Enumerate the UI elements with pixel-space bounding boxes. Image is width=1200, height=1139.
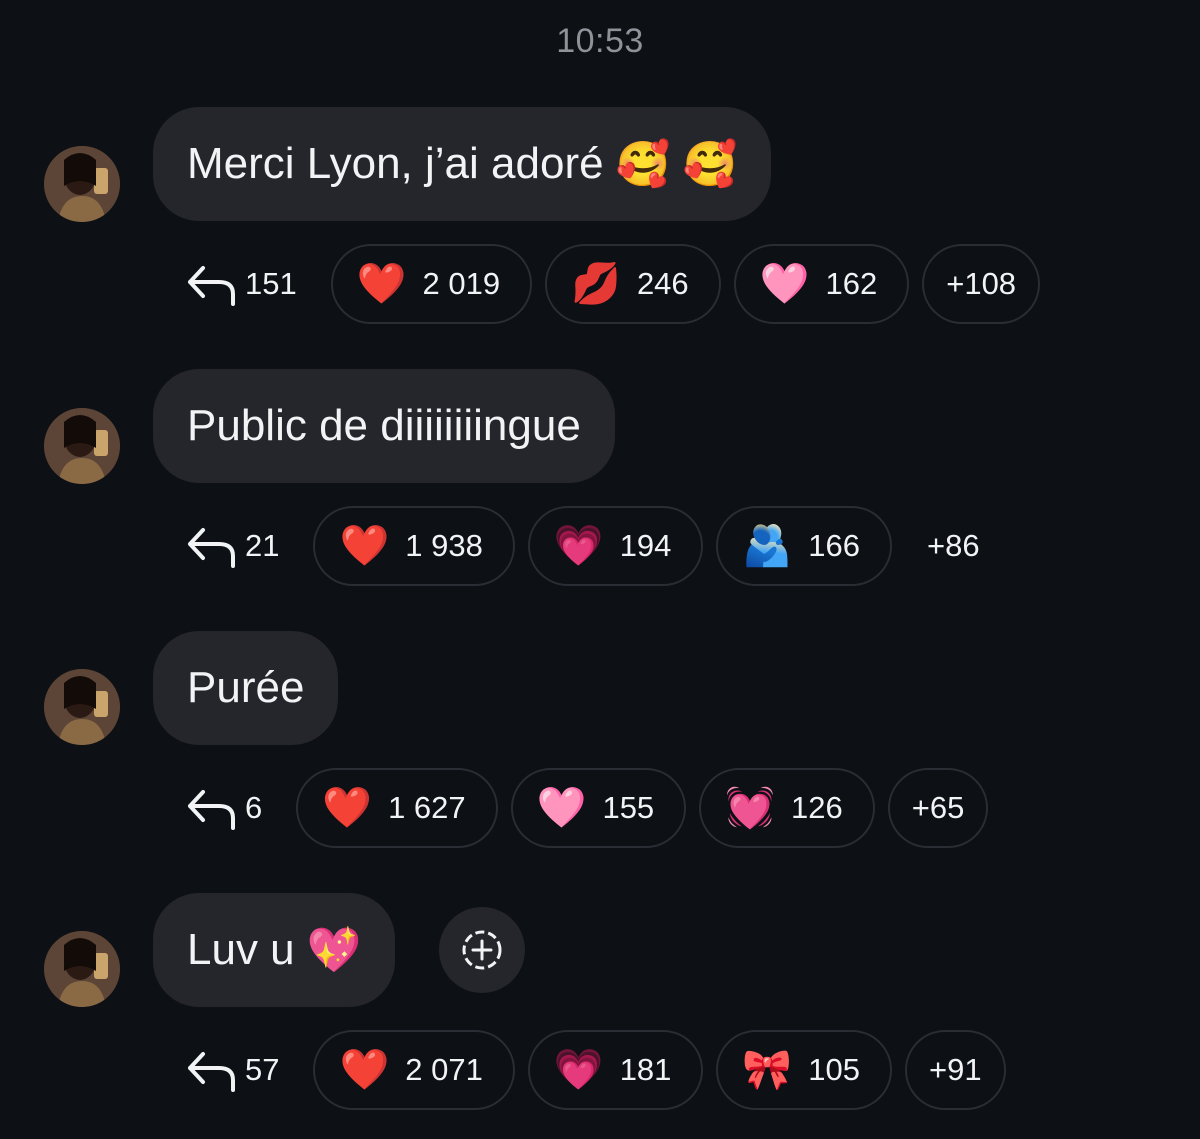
message-bubble[interactable]: Merci Lyon, j’ai adoré 🥰 🥰 xyxy=(153,107,772,221)
reaction-row: 57 ❤️ 2 071 💗 181 🎀 105 +91 xyxy=(185,1030,1019,1110)
reply-count: 57 xyxy=(245,1052,280,1087)
message-bubble[interactable]: Purée xyxy=(153,631,339,745)
reaction-count: 2 071 xyxy=(405,1052,483,1087)
reaction-chip[interactable]: 🩷 155 xyxy=(510,768,687,848)
reaction-chip[interactable]: 💗 194 xyxy=(527,506,704,586)
more-reactions-button[interactable]: +65 xyxy=(887,768,989,848)
reaction-chip[interactable]: ❤️ 2 019 xyxy=(330,244,533,324)
reaction-chip[interactable]: ❤️ 2 071 xyxy=(313,1030,515,1110)
add-reaction-button[interactable] xyxy=(439,907,525,993)
message-text: Public de diiiiiiiingue xyxy=(187,401,581,450)
reaction-row: 151 ❤️ 2 019 💋 246 🩷 162 +108 xyxy=(185,244,1053,324)
reaction-chip[interactable]: 💓 126 xyxy=(699,768,875,848)
reaction-count: 2 019 xyxy=(422,266,501,301)
reaction-count: 246 xyxy=(636,266,689,301)
red-heart-emoji: ❤️ xyxy=(339,524,390,568)
reply-arrow-icon xyxy=(188,266,235,306)
more-reactions-button[interactable]: +108 xyxy=(922,244,1041,324)
message-bubble[interactable]: Luv u 💖 xyxy=(153,893,396,1007)
reaction-chip[interactable]: ❤️ 1 627 xyxy=(296,768,498,848)
growing-heart-emoji: 💗 xyxy=(553,1048,604,1092)
reaction-row: 21 ❤️ 1 938 💗 194 🫂 166 +86 xyxy=(185,506,1002,586)
reaction-row: 6 ❤️ 1 627 🩷 155 💓 126 +65 xyxy=(185,768,1001,848)
smiling-hearts-emoji: 🥰 🥰 xyxy=(615,140,738,189)
message-bubble[interactable]: Public de diiiiiiiingue xyxy=(153,369,615,483)
message-text: Luv u xyxy=(187,925,295,974)
reaction-count: 166 xyxy=(808,528,860,563)
reply-arrow-icon xyxy=(188,1052,235,1092)
reaction-count: 194 xyxy=(619,528,672,563)
reaction-count: 155 xyxy=(602,790,655,825)
sender-avatar[interactable] xyxy=(44,146,120,222)
reply-arrow-icon xyxy=(188,790,235,830)
pink-heart-emoji: 🩷 xyxy=(759,262,810,306)
reaction-chip[interactable]: 🎀 105 xyxy=(716,1030,892,1110)
growing-heart-emoji: 💗 xyxy=(553,524,604,568)
reaction-chip[interactable]: 💗 181 xyxy=(527,1030,704,1110)
kiss-mark-emoji: 💋 xyxy=(571,262,621,306)
message-timestamp: 10:53 xyxy=(556,22,644,60)
pink-heart-emoji: 🩷 xyxy=(536,786,587,830)
reaction-count: 181 xyxy=(619,1052,672,1087)
sender-avatar[interactable] xyxy=(44,669,120,745)
reply-button[interactable]: 21 xyxy=(185,506,279,586)
reaction-count: 1 938 xyxy=(405,528,483,563)
reply-count: 21 xyxy=(245,528,280,563)
red-heart-emoji: ❤️ xyxy=(339,1048,390,1092)
sparkling-heart-emoji: 💖 xyxy=(306,926,362,975)
message-text: Merci Lyon, j’ai adoré xyxy=(187,139,604,188)
sender-avatar[interactable] xyxy=(44,408,120,484)
reaction-chip[interactable]: 💋 246 xyxy=(545,244,721,324)
reply-arrow-icon xyxy=(188,528,235,568)
people-hugging-emoji: 🫂 xyxy=(742,524,793,568)
reply-button[interactable]: 151 xyxy=(185,244,297,324)
reaction-count: 105 xyxy=(808,1052,860,1087)
add-reaction-icon xyxy=(462,930,502,970)
reaction-chip[interactable]: 🫂 166 xyxy=(716,506,892,586)
sender-avatar[interactable] xyxy=(44,931,120,1007)
reply-button[interactable]: 6 xyxy=(185,768,262,848)
reply-button[interactable]: 57 xyxy=(185,1030,279,1110)
reaction-chip[interactable]: 🩷 162 xyxy=(733,244,910,324)
reply-count: 6 xyxy=(245,790,263,825)
more-reactions-button[interactable]: +86 xyxy=(905,506,1002,586)
reaction-chip[interactable]: ❤️ 1 938 xyxy=(313,506,515,586)
beating-heart-emoji: 💓 xyxy=(725,786,775,830)
reaction-count: 162 xyxy=(825,266,878,301)
red-heart-emoji: ❤️ xyxy=(356,262,407,306)
reply-count: 151 xyxy=(245,266,297,301)
red-heart-emoji: ❤️ xyxy=(322,786,373,830)
message-text: Purée xyxy=(187,663,305,712)
more-reactions-button[interactable]: +91 xyxy=(904,1030,1006,1110)
reaction-count: 126 xyxy=(791,790,843,825)
ribbon-emoji: 🎀 xyxy=(742,1048,793,1092)
reaction-count: 1 627 xyxy=(388,790,466,825)
